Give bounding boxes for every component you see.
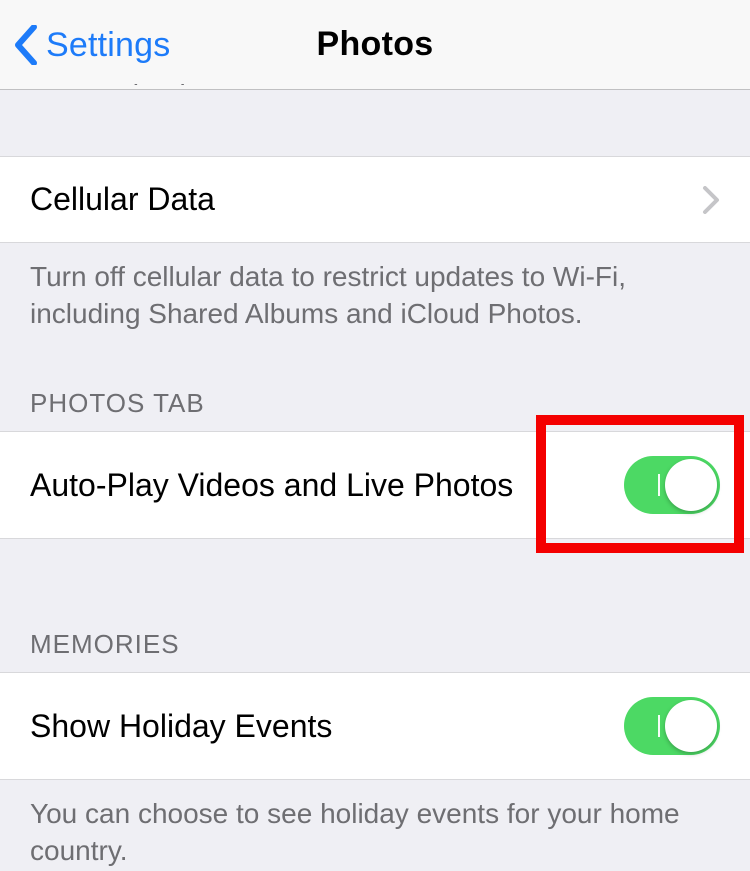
chevron-right-icon xyxy=(702,186,720,214)
memories-header: MEMORIES xyxy=(0,609,750,672)
back-label: Settings xyxy=(46,26,170,65)
autoplay-row: Auto-Play Videos and Live Photos xyxy=(0,431,750,539)
photos-tab-header: PHOTOS TAB xyxy=(0,348,750,431)
show-holiday-label: Show Holiday Events xyxy=(30,708,624,745)
autoplay-toggle[interactable] xyxy=(624,456,720,514)
show-holiday-row: Show Holiday Events xyxy=(0,672,750,780)
autoplay-label: Auto-Play Videos and Live Photos xyxy=(30,467,624,504)
nav-bar: Settings Photos xyxy=(0,0,750,90)
spacer xyxy=(0,539,750,609)
cellular-data-row[interactable]: Cellular Data xyxy=(0,156,750,243)
memories-footer: You can choose to see holiday events for… xyxy=(0,780,750,871)
back-button[interactable]: Settings xyxy=(14,0,170,90)
cellular-data-footer: Turn off cellular data to restrict updat… xyxy=(0,243,750,348)
cellular-data-label: Cellular Data xyxy=(30,181,702,218)
show-holiday-toggle[interactable] xyxy=(624,697,720,755)
previous-section-footer: to other people's shared albums. xyxy=(0,84,750,156)
chevron-left-icon xyxy=(14,25,38,65)
